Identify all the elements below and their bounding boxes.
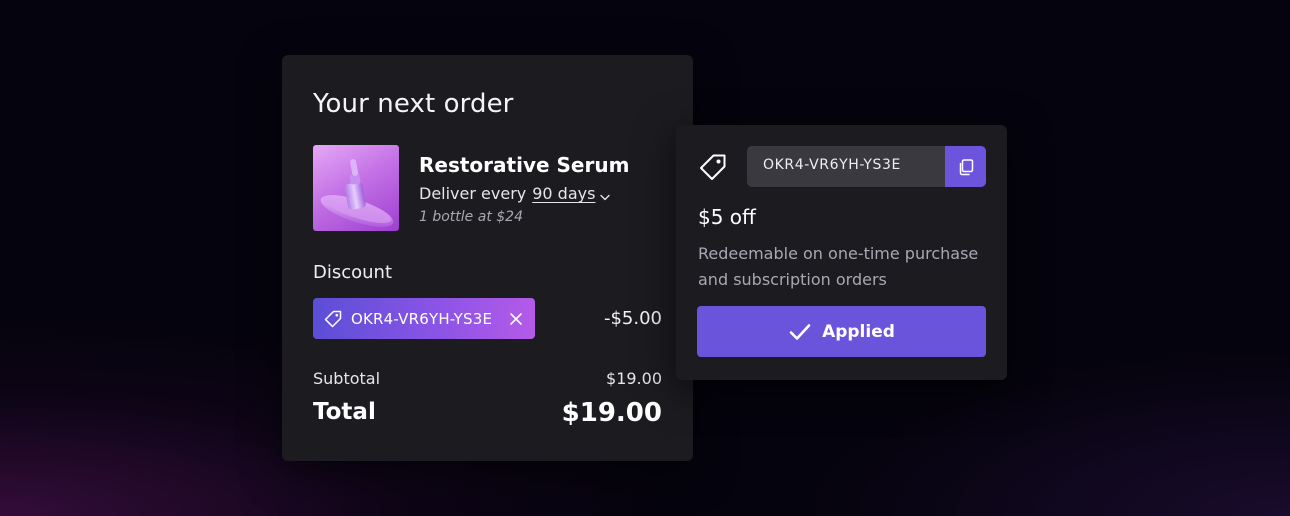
check-icon [788, 320, 812, 344]
subtotal-value: $19.00 [606, 369, 662, 388]
offer-title: $5 off [698, 205, 756, 229]
quantity-line: 1 bottle at $24 [419, 209, 523, 225]
delivery-frequency-row: Deliver every 90 days [419, 184, 611, 203]
applied-label: Applied [822, 321, 895, 342]
subtotal-label: Subtotal [313, 369, 381, 388]
applied-button[interactable]: Applied [697, 306, 986, 357]
discount-label: Discount [313, 262, 393, 283]
copy-icon [959, 158, 973, 175]
product-image [313, 145, 399, 231]
discount-amount: -$5.00 [603, 308, 662, 329]
coupon-code-field[interactable]: OKR4-VR6YH-YS3E [747, 146, 986, 187]
discount-code: OKR4-VR6YH-YS3E [351, 309, 493, 328]
remove-discount-button[interactable] [507, 310, 525, 328]
total-value: $19.00 [561, 398, 662, 428]
coupon-card: OKR4-VR6YH-YS3E $5 off Redeemable on one… [676, 125, 1007, 380]
copy-code-button[interactable] [945, 146, 986, 187]
order-title: Your next order [313, 89, 514, 119]
coupon-code: OKR4-VR6YH-YS3E [763, 157, 901, 173]
deliver-prefix: Deliver every [419, 184, 527, 203]
chevron-down-icon [599, 188, 611, 200]
total-label: Total [313, 399, 376, 425]
offer-description: Redeemable on one-time purchase and subs… [698, 244, 979, 289]
frequency-select[interactable]: 90 days [532, 184, 611, 203]
applied-discount-chip: OKR4-VR6YH-YS3E [313, 298, 535, 339]
close-icon [510, 312, 522, 325]
order-card: Your next order Restorative Serum Delive… [282, 55, 693, 461]
frequency-value: 90 days [532, 184, 596, 203]
tag-icon [698, 152, 728, 182]
tag-icon [323, 309, 343, 329]
product-name: Restorative Serum [419, 153, 630, 177]
